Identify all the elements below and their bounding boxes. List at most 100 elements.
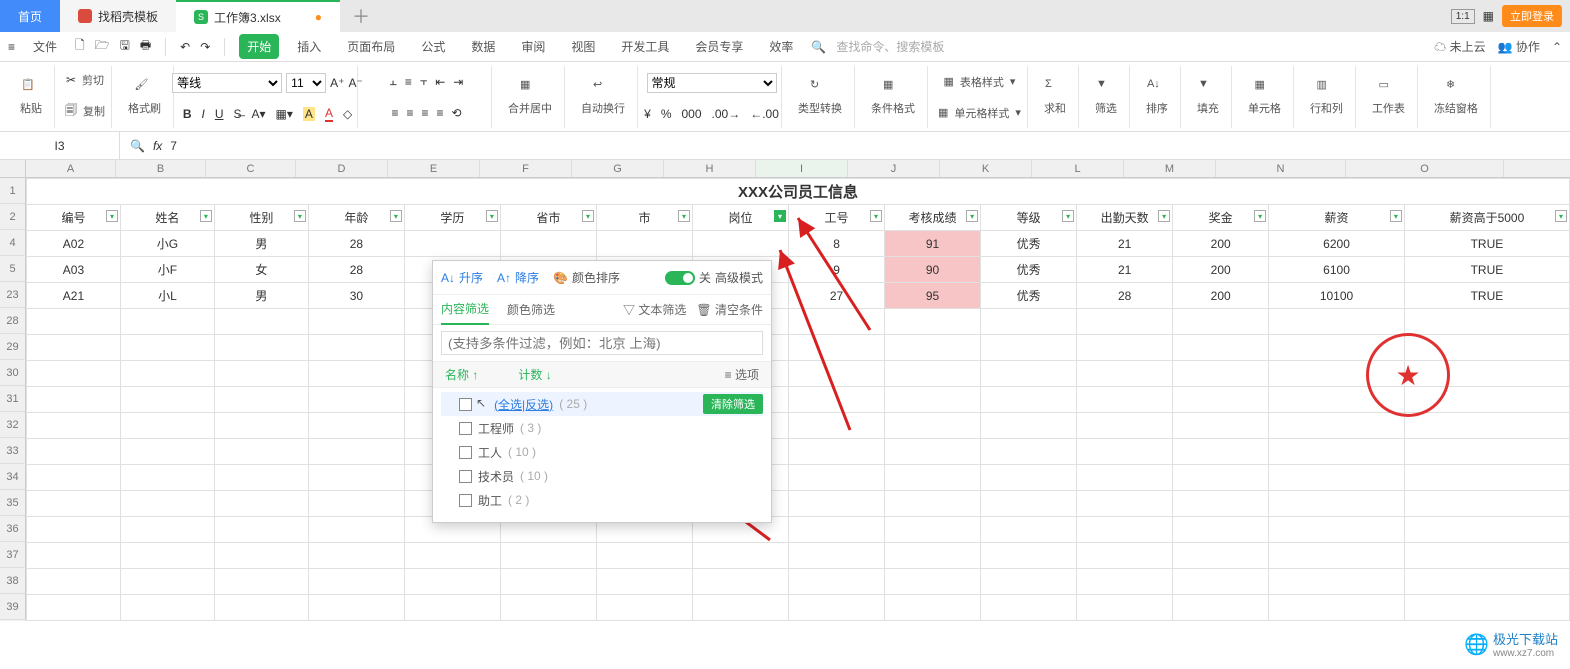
cell[interactable] <box>1404 465 1569 491</box>
cell[interactable]: 考核成绩▾ <box>885 205 981 231</box>
cell[interactable] <box>214 439 308 465</box>
cell[interactable] <box>885 361 981 387</box>
cell[interactable]: 出勤天数▾ <box>1077 205 1173 231</box>
cell[interactable]: 小L <box>120 283 214 309</box>
cell[interactable] <box>1077 569 1173 595</box>
row-header[interactable]: 31 <box>0 386 26 412</box>
print-icon[interactable]: 🖶 <box>140 36 151 57</box>
cell[interactable] <box>1173 413 1269 439</box>
col-header[interactable]: B <box>116 160 206 177</box>
cell[interactable] <box>789 465 885 491</box>
cell[interactable] <box>1404 309 1569 335</box>
cell[interactable] <box>214 413 308 439</box>
name-box[interactable]: I3 <box>0 132 120 159</box>
cell[interactable] <box>1173 361 1269 387</box>
cell[interactable] <box>308 439 404 465</box>
cell[interactable] <box>214 309 308 335</box>
cell[interactable] <box>1173 309 1269 335</box>
collab-icon[interactable]: 👥 协作 <box>1498 38 1540 55</box>
cell[interactable] <box>596 231 692 257</box>
cell[interactable] <box>214 569 308 595</box>
cell[interactable] <box>981 439 1077 465</box>
cell[interactable]: 工号▾ <box>789 205 885 231</box>
cell[interactable] <box>27 569 121 595</box>
comma-icon[interactable]: 000 <box>681 107 701 121</box>
increase-font-icon[interactable]: A⁺ <box>330 76 344 90</box>
cell[interactable] <box>885 517 981 543</box>
tblstyle-button[interactable]: ▦ 表格样式▾ <box>944 74 1016 90</box>
cell[interactable] <box>1173 569 1269 595</box>
format-painter[interactable]: 🖌格式刷 <box>122 78 167 116</box>
cell[interactable] <box>885 387 981 413</box>
cell[interactable]: 薪资高于5000▾ <box>1404 205 1569 231</box>
filter-dropdown-icon[interactable]: ▾ <box>1254 210 1266 222</box>
cell[interactable] <box>885 543 981 569</box>
cell[interactable] <box>1077 439 1173 465</box>
wrap-button[interactable]: ↩自动换行 <box>575 78 631 116</box>
merge-button[interactable]: ▦合并居中 <box>502 78 558 116</box>
menu-file[interactable]: 文件 <box>25 34 65 59</box>
filter-dropdown-icon[interactable]: ▾ <box>1062 210 1074 222</box>
tab-template[interactable]: 找稻壳模板 <box>60 0 176 32</box>
cell[interactable]: A02 <box>27 231 121 257</box>
cell[interactable] <box>27 517 121 543</box>
freeze-button[interactable]: ❄冻结窗格 <box>1428 78 1484 116</box>
italic-icon[interactable]: I <box>201 107 204 121</box>
underline-icon[interactable]: U <box>215 107 224 121</box>
cell[interactable]: 95 <box>885 283 981 309</box>
cell[interactable] <box>1077 595 1173 621</box>
cell-button[interactable]: ▦单元格 <box>1242 78 1287 116</box>
tab-add[interactable]: ＋ <box>340 0 382 32</box>
cell[interactable] <box>789 361 885 387</box>
color-sort-button[interactable]: 🎨 颜色排序 <box>553 269 620 286</box>
copy-icon[interactable]: 🗐 <box>65 101 77 122</box>
cell[interactable]: 10100 <box>1269 283 1405 309</box>
cell[interactable]: 薪资▾ <box>1269 205 1405 231</box>
cell[interactable] <box>1077 543 1173 569</box>
cell[interactable]: 8 <box>789 231 885 257</box>
menu-view[interactable]: 视图 <box>563 34 603 59</box>
align-right-icon[interactable]: ≡ <box>421 106 428 120</box>
cell[interactable] <box>308 543 404 569</box>
clear-fmt-icon[interactable]: ◇ <box>343 107 352 121</box>
cell[interactable] <box>27 543 121 569</box>
cell[interactable] <box>981 595 1077 621</box>
cell[interactable] <box>1173 465 1269 491</box>
cell[interactable]: 等级▾ <box>981 205 1077 231</box>
cell[interactable] <box>981 413 1077 439</box>
clear-cond-button[interactable]: 🗑 清空条件 <box>696 301 763 318</box>
filter-dropdown-icon[interactable]: ▾ <box>390 210 402 222</box>
cell[interactable] <box>692 543 788 569</box>
percent-icon[interactable]: % <box>661 107 672 121</box>
cell[interactable] <box>1173 517 1269 543</box>
cell[interactable] <box>1269 543 1405 569</box>
cell[interactable] <box>308 491 404 517</box>
sheet-button[interactable]: ▭工作表 <box>1366 78 1411 116</box>
cell[interactable] <box>885 465 981 491</box>
cell[interactable] <box>789 517 885 543</box>
tab-home[interactable]: 首页 <box>0 0 60 32</box>
cell[interactable] <box>500 569 596 595</box>
advanced-toggle[interactable]: 关 高级模式 <box>665 269 763 286</box>
cell[interactable] <box>404 543 500 569</box>
cell[interactable] <box>120 517 214 543</box>
filter-dropdown-icon[interactable]: ▾ <box>774 210 786 222</box>
cell[interactable]: 200 <box>1173 231 1269 257</box>
menu-member[interactable]: 会员专享 <box>687 34 751 59</box>
data-grid[interactable]: XXX公司员工信息编号▾姓名▾性别▾年龄▾学历▾省市▾市▾岗位▾工号▾考核成绩▾… <box>26 178 1570 621</box>
row-header[interactable]: 38 <box>0 568 26 594</box>
filter-dropdown-icon[interactable]: ▾ <box>1555 210 1567 222</box>
cellstyle-button[interactable]: ▦ 单元格样式▾ <box>938 105 1021 121</box>
cell[interactable] <box>308 387 404 413</box>
cell[interactable]: 岗位▾ <box>692 205 788 231</box>
filter-dropdown-icon[interactable]: ▾ <box>1390 210 1402 222</box>
row-header[interactable]: 33 <box>0 438 26 464</box>
filter-search-input[interactable] <box>441 331 763 355</box>
cell[interactable] <box>404 569 500 595</box>
cell[interactable] <box>214 491 308 517</box>
font-color-icon[interactable]: A <box>325 106 333 122</box>
cell[interactable] <box>1269 491 1405 517</box>
hamburger-icon[interactable]: ≡ <box>8 40 15 54</box>
row-header[interactable]: 32 <box>0 412 26 438</box>
cell[interactable] <box>1404 491 1569 517</box>
